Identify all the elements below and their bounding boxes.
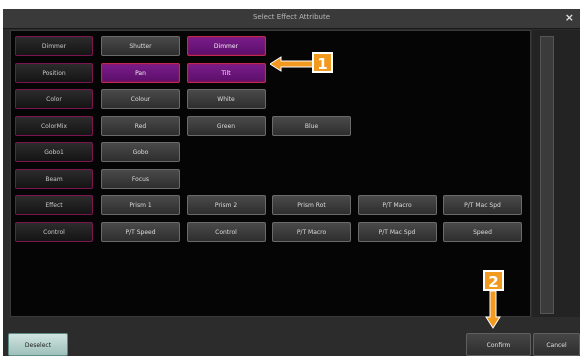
- annotation-arrow-left-icon: [270, 56, 316, 72]
- category-button[interactable]: Dimmer: [15, 36, 93, 56]
- category-button[interactable]: Control: [15, 221, 93, 242]
- attribute-button[interactable]: Red: [101, 115, 180, 136]
- attribute-button[interactable]: Pan: [101, 62, 180, 83]
- annotation-marker-2: 2: [483, 270, 504, 291]
- attribute-button[interactable]: Shutter: [101, 36, 180, 56]
- attribute-button[interactable]: P/T Macro: [272, 221, 351, 242]
- annotation-marker-1: 1: [312, 52, 333, 73]
- attribute-button[interactable]: Prism 1: [101, 195, 180, 215]
- attribute-button[interactable]: Gobo: [101, 142, 180, 162]
- category-button[interactable]: Gobo1: [15, 142, 93, 162]
- category-button[interactable]: Effect: [15, 195, 93, 215]
- attribute-button[interactable]: P/T Speed: [101, 221, 180, 242]
- attribute-button[interactable]: Blue: [272, 115, 351, 136]
- close-icon[interactable]: ×: [565, 11, 574, 24]
- category-button[interactable]: Beam: [15, 168, 93, 189]
- attribute-button[interactable]: Speed: [443, 221, 522, 242]
- category-button[interactable]: Color: [15, 89, 93, 109]
- dialog-title: Select Effect Attribute: [252, 13, 331, 21]
- attribute-button[interactable]: P/T Mac Spd: [443, 195, 522, 215]
- title-bar: Select Effect Attribute ×: [3, 9, 580, 29]
- attribute-button[interactable]: Colour: [101, 89, 180, 109]
- category-button[interactable]: ColorMix: [15, 115, 93, 136]
- attribute-button[interactable]: Control: [186, 221, 266, 242]
- attribute-button[interactable]: Focus: [101, 168, 180, 189]
- attribute-button[interactable]: Prism 2: [186, 195, 266, 215]
- confirm-button[interactable]: Confirm: [466, 333, 531, 356]
- attribute-button[interactable]: Tilt: [186, 62, 266, 83]
- annotation-arrow-down-icon: [485, 291, 501, 329]
- category-button[interactable]: Position: [15, 62, 93, 83]
- cancel-button[interactable]: Cancel: [533, 333, 580, 356]
- attribute-button[interactable]: Prism Rot: [272, 195, 351, 215]
- attribute-button[interactable]: White: [186, 89, 266, 109]
- scrollbar[interactable]: [540, 36, 554, 314]
- attribute-button[interactable]: P/T Mac Spd: [357, 221, 437, 242]
- attribute-button[interactable]: Dimmer: [186, 36, 266, 56]
- attribute-button[interactable]: Green: [186, 115, 266, 136]
- deselect-button[interactable]: Deselect: [8, 333, 68, 356]
- attribute-button[interactable]: P/T Macro: [357, 195, 437, 215]
- attribute-panel: Dimmer Shutter Dimmer Position Pan Tilt Color C…: [10, 30, 531, 317]
